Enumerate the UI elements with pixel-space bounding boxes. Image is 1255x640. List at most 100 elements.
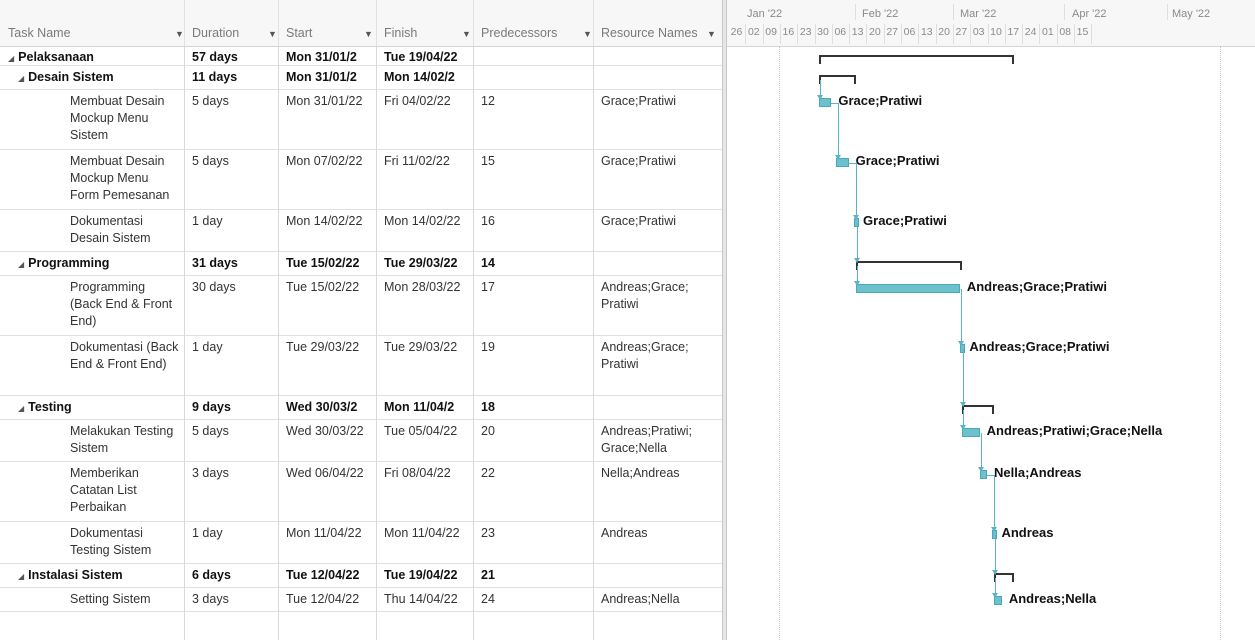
start-cell[interactable]: Mon 31/01/22 — [286, 93, 374, 110]
predecessors-cell[interactable]: 12 — [481, 93, 591, 110]
predecessors-cell[interactable]: 19 — [481, 339, 591, 356]
task-row[interactable]: Programming (Back End & Front End) 30 day… — [0, 276, 722, 336]
collapse-triangle-icon[interactable]: ◢ — [18, 74, 24, 83]
duration-cell[interactable]: 3 days — [192, 465, 276, 482]
finish-cell[interactable]: Mon 11/04/2 — [384, 399, 471, 416]
finish-cell[interactable]: Fri 11/02/22 — [384, 153, 471, 170]
start-cell[interactable]: Mon 31/01/2 — [286, 69, 374, 86]
start-cell[interactable]: Mon 07/02/22 — [286, 153, 374, 170]
task-name-cell[interactable]: Programming (Back End & Front End) — [70, 279, 180, 330]
predecessors-cell[interactable]: 20 — [481, 423, 591, 440]
task-name-cell[interactable]: Melakukan Testing Sistem — [70, 423, 180, 457]
finish-cell[interactable]: Fri 04/02/22 — [384, 93, 471, 110]
task-name-cell[interactable]: Setting Sistem — [70, 591, 180, 608]
collapse-triangle-icon[interactable]: ◢ — [8, 54, 14, 63]
task-name-cell[interactable]: Membuat Desain Mockup Menu Sistem — [70, 93, 180, 144]
col-header-duration[interactable]: Duration ▼ — [192, 26, 277, 44]
chevron-down-icon[interactable]: ▼ — [462, 29, 471, 39]
duration-cell[interactable]: 1 day — [192, 525, 276, 542]
predecessors-cell[interactable]: 22 — [481, 465, 591, 482]
task-name-cell[interactable]: Dokumentasi Testing Sistem — [70, 525, 180, 559]
resource-names-cell[interactable]: Grace;Pratiwi — [601, 213, 720, 230]
col-header-resource-names[interactable]: Resource Names ▼ — [601, 26, 716, 44]
start-cell[interactable]: Mon 31/01/2 — [286, 49, 374, 66]
task-row[interactable]: Membuat Desain Mockup Menu Form Pemesana… — [0, 150, 722, 210]
collapse-triangle-icon[interactable]: ◢ — [18, 404, 24, 413]
finish-cell[interactable]: Tue 29/03/22 — [384, 255, 471, 272]
predecessors-cell[interactable]: 14 — [481, 255, 591, 272]
task-bar[interactable] — [856, 284, 960, 293]
finish-cell[interactable]: Tue 29/03/22 — [384, 339, 471, 356]
predecessors-cell[interactable]: 17 — [481, 279, 591, 296]
finish-cell[interactable]: Tue 19/04/22 — [384, 567, 471, 584]
finish-cell[interactable]: Mon 11/04/22 — [384, 525, 471, 542]
col-header-start[interactable]: Start ▼ — [286, 26, 373, 44]
resource-names-cell[interactable]: Grace;Pratiwi — [601, 153, 720, 170]
col-header-finish[interactable]: Finish ▼ — [384, 26, 471, 44]
resource-names-cell[interactable]: Grace;Pratiwi — [601, 93, 720, 110]
start-cell[interactable]: Tue 12/04/22 — [286, 591, 374, 608]
chevron-down-icon[interactable]: ▼ — [707, 29, 716, 39]
duration-cell[interactable]: 1 day — [192, 339, 276, 356]
start-cell[interactable]: Wed 30/03/22 — [286, 423, 374, 440]
task-row[interactable]: Membuat Desain Mockup Menu Sistem 5 days M… — [0, 90, 722, 150]
start-cell[interactable]: Tue 15/02/22 — [286, 279, 374, 296]
duration-cell[interactable]: 5 days — [192, 423, 276, 440]
task-row[interactable]: Dokumentasi (Back End & Front End) 1 day T… — [0, 336, 722, 396]
summary-task-row[interactable]: ◢ Instalasi Sistem 6 days Tue 12/04/22 Tue 1… — [0, 564, 722, 588]
predecessors-cell[interactable]: 24 — [481, 591, 591, 608]
finish-cell[interactable]: Tue 19/04/22 — [384, 49, 471, 66]
resource-names-cell[interactable]: Andreas;Nella — [601, 591, 720, 608]
resource-names-cell[interactable]: Andreas;Pratiwi; Grace;Nella — [601, 423, 720, 457]
duration-cell[interactable]: 11 days — [192, 69, 276, 86]
task-row[interactable]: Dokumentasi Desain Sistem 1 day Mon 14/02/… — [0, 210, 722, 252]
start-cell[interactable]: Wed 30/03/2 — [286, 399, 374, 416]
duration-cell[interactable]: 31 days — [192, 255, 276, 272]
task-name-cell[interactable]: ◢ Pelaksanaan — [8, 49, 168, 67]
task-row[interactable]: Melakukan Testing Sistem 5 days Wed 30/03/… — [0, 420, 722, 462]
task-name-cell[interactable]: ◢ Desain Sistem — [18, 69, 168, 87]
resource-names-cell[interactable]: Andreas — [601, 525, 720, 542]
predecessors-cell[interactable]: 16 — [481, 213, 591, 230]
duration-cell[interactable]: 6 days — [192, 567, 276, 584]
duration-cell[interactable]: 5 days — [192, 93, 276, 110]
duration-cell[interactable]: 30 days — [192, 279, 276, 296]
duration-cell[interactable]: 3 days — [192, 591, 276, 608]
start-cell[interactable]: Tue 12/04/22 — [286, 567, 374, 584]
task-name-cell[interactable]: Memberikan Catatan List Perbaikan — [70, 465, 180, 516]
duration-cell[interactable]: 1 day — [192, 213, 276, 230]
resource-names-cell[interactable]: Andreas;Grace; Pratiwi — [601, 279, 720, 313]
task-name-cell[interactable]: Dokumentasi (Back End & Front End) — [70, 339, 180, 373]
finish-cell[interactable]: Thu 14/04/22 — [384, 591, 471, 608]
collapse-triangle-icon[interactable]: ◢ — [18, 260, 24, 269]
chevron-down-icon[interactable]: ▼ — [268, 29, 277, 39]
chevron-down-icon[interactable]: ▼ — [175, 29, 184, 39]
predecessors-cell[interactable]: 23 — [481, 525, 591, 542]
col-header-task-name[interactable]: Task Name ▼ — [8, 26, 184, 44]
start-cell[interactable]: Wed 06/04/22 — [286, 465, 374, 482]
task-name-cell[interactable]: ◢ Instalasi Sistem — [18, 567, 168, 585]
resource-names-cell[interactable]: Nella;Andreas — [601, 465, 720, 482]
summary-task-row[interactable]: ◢ Programming 31 days Tue 15/02/22 Tue 29/03… — [0, 252, 722, 276]
predecessors-cell[interactable]: 18 — [481, 399, 591, 416]
task-row[interactable]: Dokumentasi Testing Sistem 1 day Mon 11/04… — [0, 522, 722, 564]
col-header-predecessors[interactable]: Predecessors ▼ — [481, 26, 592, 44]
duration-cell[interactable]: 57 days — [192, 49, 276, 66]
collapse-triangle-icon[interactable]: ◢ — [18, 572, 24, 581]
task-row[interactable]: Memberikan Catatan List Perbaikan 3 days W… — [0, 462, 722, 522]
finish-cell[interactable]: Mon 14/02/2 — [384, 69, 471, 86]
finish-cell[interactable]: Mon 28/03/22 — [384, 279, 471, 296]
predecessors-cell[interactable]: 15 — [481, 153, 591, 170]
task-name-cell[interactable]: Dokumentasi Desain Sistem — [70, 213, 180, 247]
chevron-down-icon[interactable]: ▼ — [583, 29, 592, 39]
summary-task-row[interactable]: ◢ Testing 9 days Wed 30/03/2 Mon 11/04/2 18 — [0, 396, 722, 420]
summary-task-row[interactable]: ◢ Pelaksanaan 57 days Mon 31/01/2 Tue 19/04/… — [0, 46, 722, 66]
task-name-cell[interactable]: ◢ Testing — [18, 399, 168, 417]
start-cell[interactable]: Tue 15/02/22 — [286, 255, 374, 272]
task-name-cell[interactable]: ◢ Programming — [18, 255, 168, 273]
task-row[interactable]: Setting Sistem 3 days Tue 12/04/22 Thu 14/0… — [0, 588, 722, 612]
task-name-cell[interactable]: Membuat Desain Mockup Menu Form Pemesana… — [70, 153, 180, 204]
finish-cell[interactable]: Mon 14/02/22 — [384, 213, 471, 230]
resource-names-cell[interactable]: Andreas;Grace; Pratiwi — [601, 339, 720, 373]
summary-task-row[interactable]: ◢ Desain Sistem 11 days Mon 31/01/2 Mon 14/0… — [0, 66, 722, 90]
